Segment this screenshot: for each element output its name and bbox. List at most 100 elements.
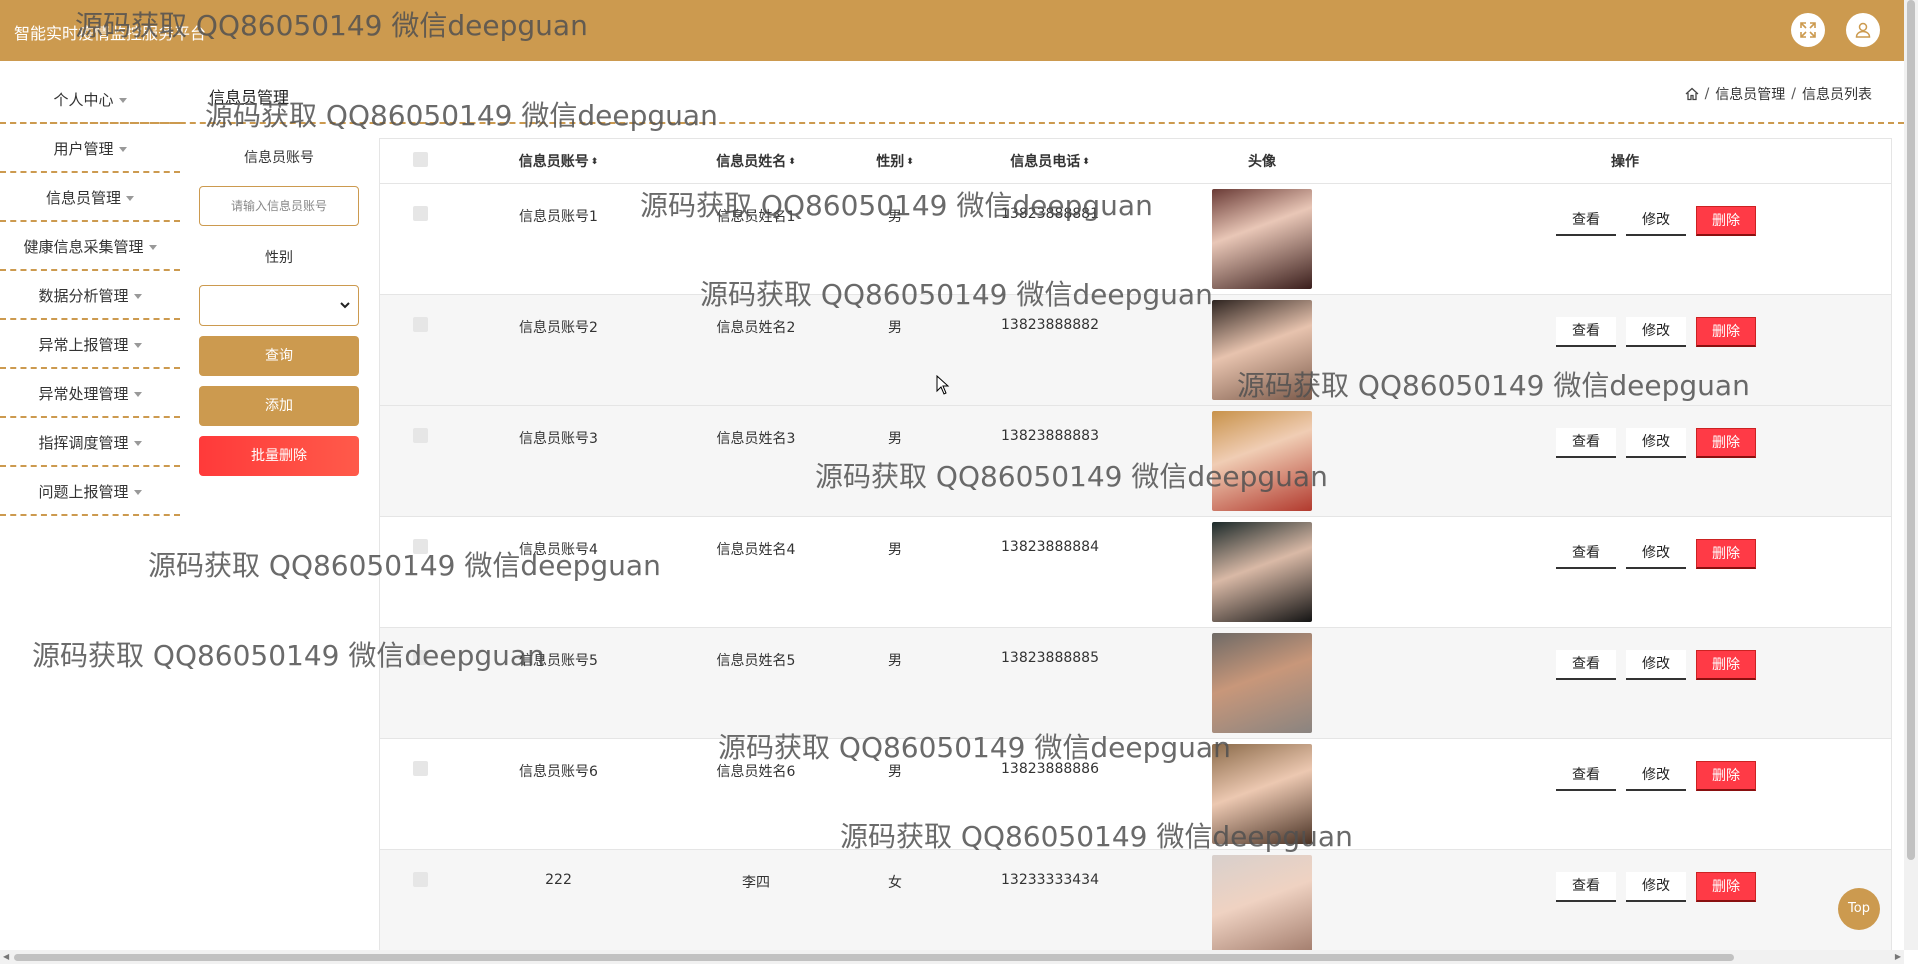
delete-button[interactable]: 删除 — [1696, 317, 1756, 347]
edit-button[interactable]: 修改 — [1626, 317, 1686, 347]
row-checkbox[interactable] — [412, 539, 428, 554]
cell-gender: 男 — [888, 320, 902, 336]
edit-button[interactable]: 修改 — [1626, 872, 1686, 902]
sidebar: 个人中心 用户管理 信息员管理 健康信息采集管理 数据分析管理 异常上报管理 异… — [0, 75, 180, 516]
delete-button[interactable]: 删除 — [1696, 872, 1756, 902]
page-title: 信息员管理 — [209, 88, 290, 107]
header-label: 信息员姓名 — [716, 154, 787, 170]
cell-account: 信息员账号4 — [519, 542, 598, 558]
view-button[interactable]: 查看 — [1556, 317, 1616, 347]
column-header-name[interactable]: 信息员姓名 ⬍ — [657, 151, 855, 171]
sort-icon: ⬍ — [906, 157, 914, 167]
vertical-scroll-thumb[interactable] — [1907, 0, 1915, 860]
table-row: 信息员账号2 信息员姓名2 男 13823888882 查看 修改 删除 — [380, 295, 1891, 406]
edit-button[interactable]: 修改 — [1626, 650, 1686, 680]
view-button[interactable]: 查看 — [1556, 206, 1616, 236]
sidebar-item-dispatch[interactable]: 指挥调度管理 — [0, 418, 180, 467]
cell-name: 信息员姓名3 — [716, 431, 796, 447]
user-icon[interactable] — [1846, 13, 1880, 47]
vertical-scrollbar[interactable] — [1904, 0, 1918, 950]
row-checkbox[interactable] — [412, 761, 428, 776]
sidebar-item-personal-center[interactable]: 个人中心 — [0, 75, 180, 124]
fullscreen-icon[interactable] — [1791, 13, 1825, 47]
breadcrumb-item: 信息员列表 — [1802, 87, 1872, 103]
gender-select[interactable] — [199, 285, 359, 326]
column-header-gender[interactable]: 性别 ⬍ — [855, 151, 935, 171]
sidebar-item-health-collection[interactable]: 健康信息采集管理 — [0, 222, 180, 271]
sidebar-item-label: 个人中心 — [53, 91, 114, 109]
delete-button[interactable]: 删除 — [1696, 206, 1756, 236]
view-button[interactable]: 查看 — [1556, 761, 1616, 791]
cell-name: 信息员姓名5 — [716, 653, 796, 669]
divider — [0, 122, 1904, 124]
app-root: 智能实时疫情监控服务平台 个人中心 用户管理 信息员管理 健康信息采集管理 数据… — [0, 0, 1918, 964]
breadcrumb-item[interactable]: 信息员管理 — [1715, 84, 1785, 104]
cell-phone: 13823888881 — [1001, 206, 1099, 222]
header-label: 性别 — [876, 154, 905, 170]
avatar-image — [1212, 522, 1312, 622]
sidebar-item-anomaly-report[interactable]: 异常上报管理 — [0, 320, 180, 369]
chevron-down-icon — [340, 302, 350, 309]
cell-gender: 女 — [888, 875, 902, 891]
cell-gender: 男 — [888, 764, 902, 780]
scroll-right-icon[interactable]: ▶ — [1895, 952, 1901, 961]
cell-name: 李四 — [742, 875, 770, 891]
sidebar-item-users[interactable]: 用户管理 — [0, 124, 180, 173]
table-row: 信息员账号5 信息员姓名5 男 13823888885 查看 修改 删除 — [380, 628, 1891, 739]
caret-down-icon — [126, 196, 134, 201]
edit-button[interactable]: 修改 — [1626, 206, 1686, 236]
mouse-cursor-icon — [936, 375, 950, 395]
breadcrumb: / 信息员管理 / 信息员列表 — [1685, 84, 1872, 104]
sidebar-item-label: 信息员管理 — [45, 189, 121, 207]
delete-button[interactable]: 删除 — [1696, 650, 1756, 680]
column-header-phone[interactable]: 信息员电话 ⬍ — [935, 151, 1165, 171]
top-bar: 智能实时疫情监控服务平台 — [0, 0, 1904, 61]
view-button[interactable]: 查看 — [1556, 539, 1616, 569]
edit-button[interactable]: 修改 — [1626, 539, 1686, 569]
delete-button[interactable]: 删除 — [1696, 761, 1756, 791]
row-checkbox[interactable] — [412, 317, 428, 332]
caret-down-icon — [133, 490, 142, 495]
horizontal-scroll-thumb[interactable] — [14, 954, 1734, 961]
caret-down-icon — [133, 294, 142, 299]
query-button[interactable]: 查询 — [199, 336, 359, 376]
scroll-left-icon[interactable]: ◀ — [3, 952, 9, 961]
add-button[interactable]: 添加 — [199, 386, 359, 426]
avatar-image — [1212, 744, 1312, 844]
edit-button[interactable]: 修改 — [1626, 428, 1686, 458]
edit-button[interactable]: 修改 — [1626, 761, 1686, 791]
back-to-top-button[interactable]: Top — [1838, 888, 1880, 930]
row-checkbox[interactable] — [412, 428, 428, 443]
view-button[interactable]: 查看 — [1556, 650, 1616, 680]
caret-down-icon — [148, 245, 157, 250]
home-icon[interactable] — [1685, 87, 1699, 101]
header-label: 信息员电话 — [1010, 154, 1081, 170]
caret-down-icon — [133, 343, 142, 348]
cell-account: 222 — [545, 872, 572, 888]
account-filter-label: 信息员账号 — [244, 150, 314, 166]
row-checkbox[interactable] — [412, 650, 428, 665]
batch-delete-button[interactable]: 批量删除 — [199, 436, 359, 476]
column-header-account[interactable]: 信息员账号 ⬍ — [460, 151, 657, 171]
sidebar-item-problem-report[interactable]: 问题上报管理 — [0, 467, 180, 516]
avatar-image — [1212, 633, 1312, 733]
row-checkbox[interactable] — [412, 206, 428, 221]
sidebar-item-informants[interactable]: 信息员管理 — [0, 173, 180, 222]
table-row: 信息员账号4 信息员姓名4 男 13823888884 查看 修改 删除 — [380, 517, 1891, 628]
horizontal-scrollbar[interactable]: ◀ ▶ — [0, 950, 1904, 964]
account-search-input[interactable] — [199, 186, 359, 226]
cell-account: 信息员账号1 — [519, 209, 598, 225]
sort-icon: ⬍ — [590, 157, 599, 167]
view-button[interactable]: 查看 — [1556, 872, 1616, 902]
delete-button[interactable]: 删除 — [1696, 539, 1756, 569]
caret-down-icon — [133, 441, 142, 446]
cell-phone: 13823888882 — [1001, 317, 1099, 333]
view-button[interactable]: 查看 — [1556, 428, 1616, 458]
sidebar-item-label: 异常上报管理 — [38, 336, 129, 354]
cell-name: 信息员姓名6 — [716, 764, 796, 780]
select-all-checkbox[interactable] — [412, 151, 428, 167]
delete-button[interactable]: 删除 — [1696, 428, 1756, 458]
sidebar-item-data-analysis[interactable]: 数据分析管理 — [0, 271, 180, 320]
row-checkbox[interactable] — [412, 872, 428, 887]
sidebar-item-anomaly-handling[interactable]: 异常处理管理 — [0, 369, 180, 418]
